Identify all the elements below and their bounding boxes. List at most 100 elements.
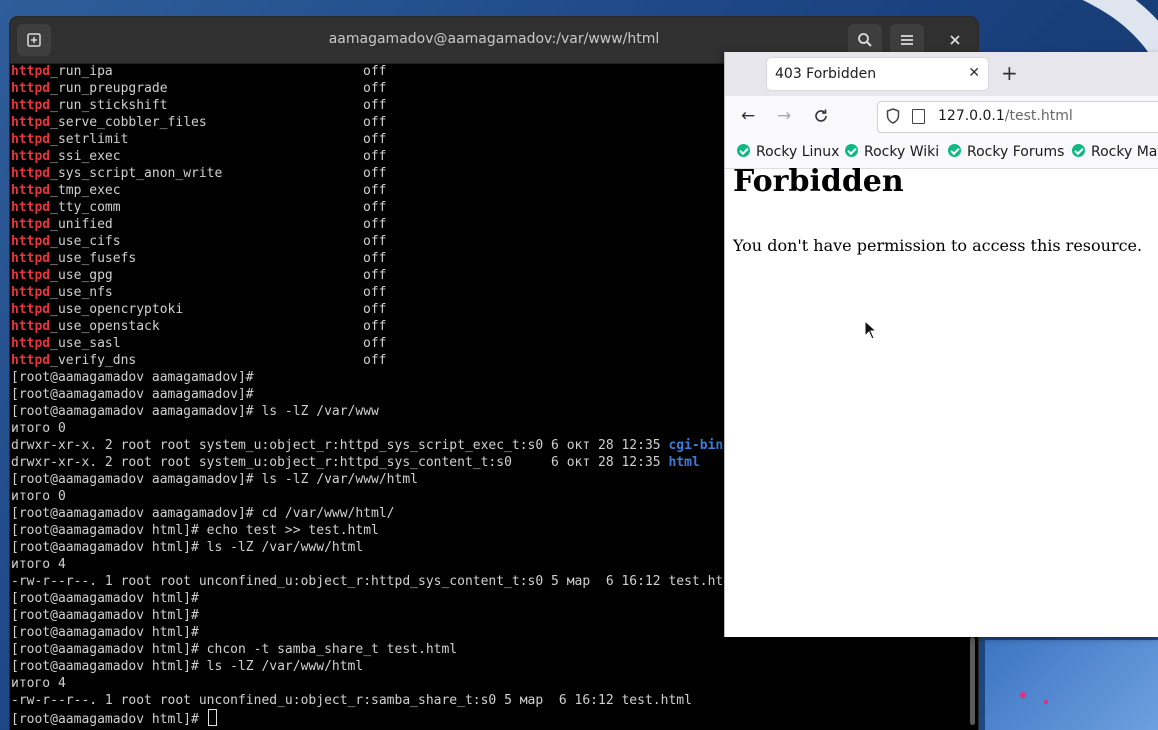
boolean-suffix: _use_sasl [50, 336, 121, 351]
boolean-value: off [363, 200, 387, 215]
boolean-prefix: httpd [11, 81, 51, 96]
boolean-value: off [363, 64, 387, 79]
boolean-value: off [363, 217, 387, 232]
browser-tab[interactable]: 403 Forbidden ✕ [767, 58, 988, 90]
page-heading: Forbidden [733, 164, 904, 199]
terminal-prompt: [root@aamagamadov html]# [11, 712, 207, 726]
boolean-name: httpd_use_sasl [11, 335, 121, 352]
boolean-prefix: httpd [11, 64, 51, 79]
boolean-prefix: httpd [11, 302, 51, 317]
boolean-value: off [363, 166, 387, 181]
boolean-prefix: httpd [11, 319, 51, 334]
boolean-value: off [363, 285, 387, 300]
terminal-prompt-line[interactable]: [root@aamagamadov html]# [11, 709, 966, 726]
boolean-name: httpd_ssi_exec [11, 148, 121, 165]
boolean-suffix: _run_stickshift [50, 98, 168, 113]
boolean-name: httpd_sys_script_anon_write [11, 165, 222, 182]
wallpaper-shape [985, 640, 1158, 730]
directory-name: html [668, 455, 700, 470]
boolean-value: off [363, 353, 387, 368]
boolean-suffix: _run_ipa [50, 64, 113, 79]
boolean-name: httpd_use_nfs [11, 284, 113, 301]
tab-title: 403 Forbidden [775, 66, 877, 82]
boolean-suffix: _use_fusefs [50, 251, 137, 266]
boolean-suffix: _use_gpg [50, 268, 113, 283]
page-info-icon[interactable] [912, 109, 925, 124]
boolean-value: off [363, 319, 387, 334]
browser-tabstrip: 403 Forbidden ✕ + [725, 52, 1158, 96]
boolean-prefix: httpd [11, 353, 51, 368]
boolean-prefix: httpd [11, 115, 51, 130]
boolean-name: httpd_tmp_exec [11, 182, 121, 199]
terminal-scrollbar[interactable] [970, 637, 975, 725]
boolean-suffix: _sys_script_anon_write [50, 166, 223, 181]
url-bar[interactable]: 127.0.0.1/test.html [877, 101, 1158, 133]
boolean-prefix: httpd [11, 149, 51, 164]
boolean-name: httpd_verify_dns [11, 352, 136, 369]
terminal-line: итого 4 [11, 675, 966, 692]
boolean-prefix: httpd [11, 217, 51, 232]
terminal-line-text: [root@aamagamadov html]# [11, 625, 199, 640]
new-tab-plus-icon[interactable]: + [1001, 62, 1018, 84]
boolean-name: httpd_use_opencryptoki [11, 301, 183, 318]
bookmark-rocky-mat[interactable]: Rocky Mat [1072, 144, 1158, 160]
bookmark-rocky-wiki[interactable]: Rocky Wiki [845, 144, 939, 160]
boolean-value: off [363, 183, 387, 198]
boolean-value: off [363, 98, 387, 113]
boolean-suffix: _use_openstack [50, 319, 160, 334]
terminal-line-text: [root@aamagamadov aamagamadov]# ls -lZ /… [11, 472, 418, 487]
boolean-value: off [363, 302, 387, 317]
tab-close-icon[interactable]: ✕ [968, 65, 980, 81]
boolean-prefix: httpd [11, 234, 51, 249]
terminal-line-text: [root@aamagamadov aamagamadov]# [11, 387, 254, 402]
rocky-logo-icon [845, 144, 858, 157]
boolean-name: httpd_unified [11, 216, 113, 233]
terminal-line-text: [root@aamagamadov aamagamadov]# cd /var/… [11, 506, 395, 521]
url-text: 127.0.0.1/test.html [938, 108, 1073, 124]
reload-icon[interactable] [813, 107, 829, 128]
page-content: Forbidden You don't have permission to a… [725, 164, 1158, 637]
forward-arrow-icon[interactable]: → [777, 107, 791, 125]
page-message: You don't have permission to access this… [733, 236, 1143, 255]
boolean-suffix: _verify_dns [50, 353, 137, 368]
terminal-line-text: итого 0 [11, 421, 66, 436]
boolean-value: off [363, 81, 387, 96]
terminal-line-text: [root@aamagamadov html]# chcon -t samba_… [11, 642, 458, 657]
browser-navbar: ← → 127.0.0.1/test.html [725, 96, 1158, 138]
boolean-prefix: httpd [11, 285, 51, 300]
terminal-line-text: итого 4 [11, 557, 66, 572]
boolean-value: off [363, 149, 387, 164]
terminal-title: aamagamadov@aamagamadov:/var/www/html [328, 31, 660, 47]
boolean-name: httpd_use_cifs [11, 233, 121, 250]
boolean-suffix: _setrlimit [50, 132, 129, 147]
boolean-suffix: _use_nfs [50, 285, 113, 300]
terminal-line-text: drwxr-xr-x. 2 root root system_u:object_… [11, 455, 669, 470]
terminal-line: [root@aamagamadov html]# ls -lZ /var/www… [11, 658, 966, 675]
terminal-line: -rw-r--r--. 1 root root unconfined_u:obj… [11, 692, 966, 709]
rocky-logo-icon [948, 144, 961, 157]
bookmark-rocky-forums[interactable]: Rocky Forums [948, 144, 1064, 160]
boolean-prefix: httpd [11, 98, 51, 113]
text-cursor [207, 709, 217, 726]
wallpaper-dot [1044, 700, 1048, 704]
terminal-line-text: [root@aamagamadov html]# [11, 608, 199, 623]
browser-window[interactable]: 403 Forbidden ✕ + ← → 127.0.0.1/test.htm… [724, 52, 1158, 637]
terminal-line-text: [root@aamagamadov html]# ls -lZ /var/www… [11, 540, 364, 555]
boolean-name: httpd_setrlimit [11, 131, 128, 148]
shield-icon[interactable] [886, 108, 900, 128]
bookmark-rocky-linux[interactable]: Rocky Linux [737, 144, 839, 160]
boolean-value: off [363, 234, 387, 249]
back-arrow-icon[interactable]: ← [741, 107, 755, 125]
terminal-line-text: [root@aamagamadov html]# echo test >> te… [11, 523, 379, 538]
boolean-name: httpd_use_openstack [11, 318, 160, 335]
boolean-name: httpd_serve_cobbler_files [11, 114, 207, 131]
boolean-suffix: _use_cifs [50, 234, 121, 249]
terminal-line-text: -rw-r--r--. 1 root root unconfined_u:obj… [11, 574, 739, 589]
terminal-line-text: [root@aamagamadov html]# ls -lZ /var/www… [11, 659, 364, 674]
boolean-prefix: httpd [11, 268, 51, 283]
rocky-logo-icon [1072, 144, 1085, 157]
boolean-value: off [363, 268, 387, 283]
boolean-value: off [363, 336, 387, 351]
boolean-prefix: httpd [11, 336, 51, 351]
boolean-suffix: _run_preupgrade [50, 81, 168, 96]
